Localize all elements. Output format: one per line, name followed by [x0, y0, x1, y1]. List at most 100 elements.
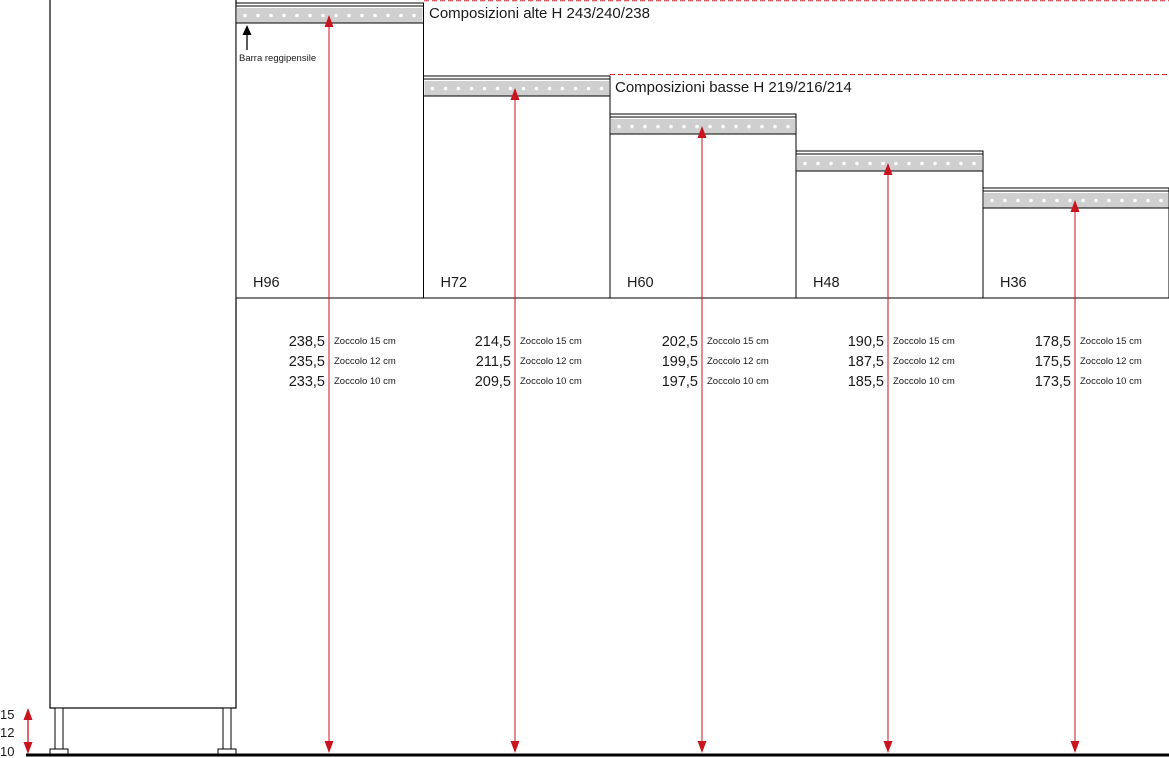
- rail-hole: [643, 124, 647, 129]
- height-arrowhead-down-h96: [324, 741, 334, 753]
- rail-hole: [990, 198, 994, 203]
- height-arrowhead-down-h36: [1070, 741, 1080, 753]
- rail-hole: [786, 124, 790, 129]
- rail-hole: [734, 124, 738, 129]
- rail-hole: [907, 161, 911, 166]
- zoccolo-label-h48-1: Zoccolo 15 cm: [893, 336, 955, 347]
- rail-hole: [534, 86, 539, 91]
- rail-hole: [1120, 198, 1124, 203]
- kitchen-height-diagram: H96 H72 H60 H48 H36 Composizioni alte H 243/…: [0, 0, 1169, 758]
- rail-hole: [708, 124, 712, 129]
- rail-hole: [321, 13, 325, 18]
- height-arrowhead-down-h60: [697, 741, 707, 753]
- rail-hole: [669, 124, 673, 129]
- column-foot-left: [49, 748, 69, 755]
- height-value-h48-2: 187,5: [848, 354, 884, 370]
- zoccolo-label-h72-2: Zoccolo 12 cm: [520, 356, 582, 367]
- rail-hole: [399, 13, 403, 18]
- zoccolo-label-h36-1: Zoccolo 15 cm: [1080, 336, 1142, 347]
- cabinet-h60: [609, 113, 797, 299]
- height-value-h96-3: 233,5: [289, 374, 325, 390]
- height-value-h36-1: 178,5: [1035, 334, 1071, 350]
- height-value-h60-1: 202,5: [662, 334, 698, 350]
- rail-hole: [1042, 198, 1046, 203]
- rail-hole: [1107, 198, 1111, 203]
- cabinet-h72: [423, 75, 611, 299]
- rail-hole: [630, 124, 634, 129]
- rail-hole: [412, 13, 416, 18]
- zoccolo-label-h96-1: Zoccolo 15 cm: [334, 336, 396, 347]
- rail-hole: [573, 86, 578, 91]
- rail-hole: [1016, 198, 1020, 203]
- rail-hole: [829, 161, 833, 166]
- rail-hole: [1003, 198, 1007, 203]
- rail-hole: [269, 13, 273, 18]
- column-leg-right: [222, 707, 232, 750]
- height-value-h96-1: 238,5: [289, 334, 325, 350]
- label-barra: Barra reggipensile: [239, 53, 316, 64]
- rail-hole: [308, 13, 312, 18]
- zoccolo-label-h96-3: Zoccolo 10 cm: [334, 376, 396, 387]
- rail-hole: [386, 13, 390, 18]
- height-values: 238,5 Zoccolo 15 cm 235,5 Zoccolo 12 cm 233,…: [289, 334, 1142, 390]
- zoccolo-label-h48-2: Zoccolo 12 cm: [893, 356, 955, 367]
- module-label-h96: H96: [253, 275, 280, 291]
- zoccolo-label-h96-2: Zoccolo 12 cm: [334, 356, 396, 367]
- zoccolo-label-h60-1: Zoccolo 15 cm: [707, 336, 769, 347]
- zoccolo-label-h48-3: Zoccolo 10 cm: [893, 376, 955, 387]
- rail-hole: [1159, 198, 1163, 203]
- height-value-h48-3: 185,5: [848, 374, 884, 390]
- rail-hole: [295, 13, 299, 18]
- rail-hole: [920, 161, 924, 166]
- module-label-h36: H36: [1000, 275, 1027, 291]
- rail-hole: [881, 161, 885, 166]
- rail-hole: [599, 86, 604, 91]
- height-arrowhead-down-h48: [883, 741, 893, 753]
- rail-hole: [972, 161, 976, 166]
- rail-hole: [803, 161, 807, 166]
- rail-hole: [243, 13, 247, 18]
- rail-hole: [430, 86, 435, 91]
- rail-hole: [760, 124, 764, 129]
- height-value-h60-3: 197,5: [662, 374, 698, 390]
- rail-hole: [617, 124, 621, 129]
- rail-hole: [1055, 198, 1059, 203]
- rail-hole: [1146, 198, 1150, 203]
- rail-hole: [1081, 198, 1085, 203]
- rail-hole: [747, 124, 751, 129]
- rail-hole: [456, 86, 461, 91]
- rail-hole: [816, 161, 820, 166]
- rail-hole: [469, 86, 474, 91]
- height-value-h60-2: 199,5: [662, 354, 698, 370]
- zoccolo-label-h36-2: Zoccolo 12 cm: [1080, 356, 1142, 367]
- rail-hole: [946, 161, 950, 166]
- rail-hole: [1029, 198, 1033, 203]
- label-basse: Composizioni basse H 219/216/214: [615, 79, 852, 96]
- rail-hole: [560, 86, 565, 91]
- rail-hole: [682, 124, 686, 129]
- label-alte: Composizioni alte H 243/240/238: [429, 5, 650, 22]
- rail-hole: [855, 161, 859, 166]
- rail-hole: [373, 13, 377, 18]
- height-value-h72-3: 209,5: [475, 374, 511, 390]
- rail-hole: [1094, 198, 1098, 203]
- module-label-h48: H48: [813, 275, 840, 291]
- rail-hole: [656, 124, 660, 129]
- rail-hole: [360, 13, 364, 18]
- leg-label-15: 15: [0, 707, 14, 722]
- leg-scale-arrowhead-down: [23, 742, 33, 754]
- rail-hole: [521, 86, 526, 91]
- rail-hole: [443, 86, 448, 91]
- rail-hole: [1133, 198, 1137, 203]
- zoccolo-label-h72-1: Zoccolo 15 cm: [520, 336, 582, 347]
- zoccolo-label-h60-3: Zoccolo 10 cm: [707, 376, 769, 387]
- rail-hole: [334, 13, 338, 18]
- leg-label-12: 12: [0, 725, 14, 740]
- rail-hole: [547, 86, 552, 91]
- rail-hole: [773, 124, 777, 129]
- rail-hole: [959, 161, 963, 166]
- zoccolo-label-h36-3: Zoccolo 10 cm: [1080, 376, 1142, 387]
- leg-scale-arrowhead-up: [23, 708, 33, 720]
- rail-hole: [282, 13, 286, 18]
- rail-hole: [508, 86, 513, 91]
